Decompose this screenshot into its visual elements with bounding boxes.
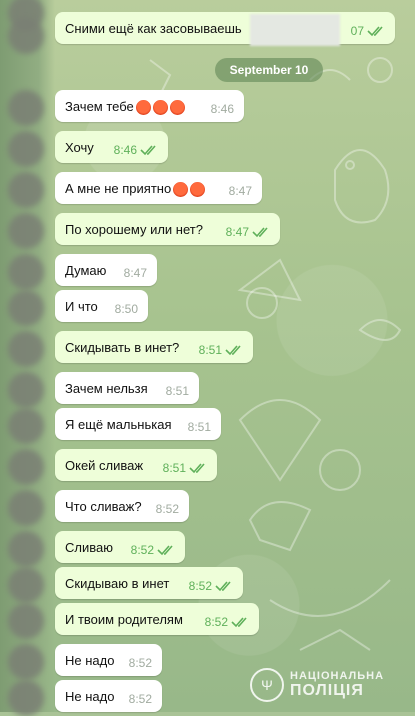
message-text: Зачем нельзя — [65, 380, 148, 396]
avatar — [8, 567, 44, 603]
message-time: 8:52 — [128, 656, 152, 670]
avatar — [8, 372, 44, 408]
outgoing-message-bubble[interactable]: По хорошему или нет? 8:47 — [55, 213, 280, 245]
outgoing-message-bubble[interactable]: Сливаю 8:52 — [55, 531, 185, 563]
police-watermark: Ψ НАЦІОНАЛЬНА ПОЛІЦІЯ — [250, 668, 384, 702]
angry-face-icon — [173, 181, 189, 197]
avatar — [8, 172, 44, 208]
message-text: По хорошему или нет? — [65, 221, 203, 237]
incoming-message-bubble[interactable]: Что сливаж? 8:52 — [55, 490, 189, 522]
message-text: Скидываю в инет — [65, 575, 170, 591]
message-time: 8:52 — [204, 615, 228, 629]
avatar — [8, 490, 44, 526]
avatar — [8, 131, 44, 167]
avatar — [8, 644, 44, 680]
outgoing-message-bubble[interactable]: И твоим родителям 8:52 — [55, 603, 259, 635]
angry-face-icon — [152, 99, 168, 115]
avatar — [8, 449, 44, 485]
double-check-icon — [140, 145, 156, 156]
avatar — [8, 531, 44, 567]
message-text: Думаю — [65, 262, 107, 278]
message-text: Сливаю — [65, 539, 113, 555]
censor-blur — [250, 14, 340, 46]
message-time: 8:47 — [225, 225, 249, 239]
message-text: Я ещё мальнькая — [65, 416, 172, 432]
double-check-icon — [225, 345, 241, 356]
message-time: 8:47 — [123, 266, 147, 280]
avatar — [8, 90, 44, 126]
incoming-message-bubble[interactable]: Я ещё мальнькая 8:51 — [55, 408, 221, 440]
incoming-message-bubble[interactable]: Не надо 8:52 — [55, 644, 162, 676]
message-time: 8:51 — [198, 343, 222, 357]
message-text: Не надо — [65, 652, 115, 668]
double-check-icon — [215, 581, 231, 592]
message-time: 07 — [350, 24, 364, 38]
outgoing-message-bubble[interactable]: Скидываю в инет 8:52 — [55, 567, 243, 599]
double-check-icon — [231, 617, 247, 628]
message-text: Сними ещё как засовываешь — [65, 20, 242, 36]
message-text: Что сливаж? — [65, 498, 142, 514]
incoming-message-bubble[interactable]: Не надо 8:52 — [55, 680, 162, 712]
outgoing-message-bubble[interactable]: Скидывать в инет? 8:51 — [55, 331, 253, 363]
double-check-icon — [157, 545, 173, 556]
message-text: И что — [65, 298, 98, 314]
avatar — [8, 331, 44, 367]
double-check-icon — [252, 227, 268, 238]
message-text: И твоим родителям — [65, 611, 183, 627]
message-text: Окей сливаж — [65, 457, 144, 473]
message-text: Не надо — [65, 688, 115, 704]
incoming-message-bubble[interactable]: Зачем нельзя 8:51 — [55, 372, 199, 404]
message-time: 8:52 — [188, 579, 212, 593]
message-time: 8:50 — [114, 302, 138, 316]
message-time: 8:52 — [128, 692, 152, 706]
outgoing-message-bubble[interactable]: Сними ещё как засовываешь 07 — [55, 12, 395, 44]
outgoing-message-bubble[interactable]: Хочу 8:46 — [55, 131, 168, 163]
avatar — [8, 408, 44, 444]
message-text: Хочу — [65, 139, 94, 155]
avatar — [8, 290, 44, 326]
avatar — [8, 680, 44, 716]
avatar — [8, 18, 44, 54]
message-text: А мне не приятно — [65, 180, 172, 196]
date-separator: September 10 — [215, 58, 323, 82]
angry-face-icon — [190, 181, 206, 197]
incoming-message-bubble[interactable]: А мне не приятно 8:47 — [55, 172, 262, 204]
incoming-message-bubble[interactable]: И что 8:50 — [55, 290, 148, 322]
double-check-icon — [367, 26, 383, 37]
message-time: 8:46 — [113, 143, 137, 157]
angry-face-icon — [169, 99, 185, 115]
angry-face-icon — [135, 99, 151, 115]
avatar — [8, 213, 44, 249]
message-time: 8:46 — [210, 102, 234, 116]
message-time: 8:51 — [162, 461, 186, 475]
incoming-message-bubble[interactable]: Думаю 8:47 — [55, 254, 157, 286]
double-check-icon — [189, 463, 205, 474]
message-time: 8:52 — [155, 502, 179, 516]
watermark-line2: ПОЛІЦІЯ — [290, 682, 364, 699]
incoming-message-bubble[interactable]: Зачем тебе 8:46 — [55, 90, 244, 122]
avatar — [8, 254, 44, 290]
outgoing-message-bubble[interactable]: Окей сливаж 8:51 — [55, 449, 217, 481]
avatar — [8, 603, 44, 639]
message-text: Скидывать в инет? — [65, 339, 180, 355]
message-time: 8:52 — [130, 543, 154, 557]
message-time: 8:51 — [187, 420, 211, 434]
message-text: Зачем тебе — [65, 98, 134, 114]
message-time: 8:51 — [165, 384, 189, 398]
trident-icon: Ψ — [250, 668, 284, 702]
message-time: 8:47 — [228, 184, 252, 198]
watermark-line1: НАЦІОНАЛЬНА — [290, 670, 385, 682]
